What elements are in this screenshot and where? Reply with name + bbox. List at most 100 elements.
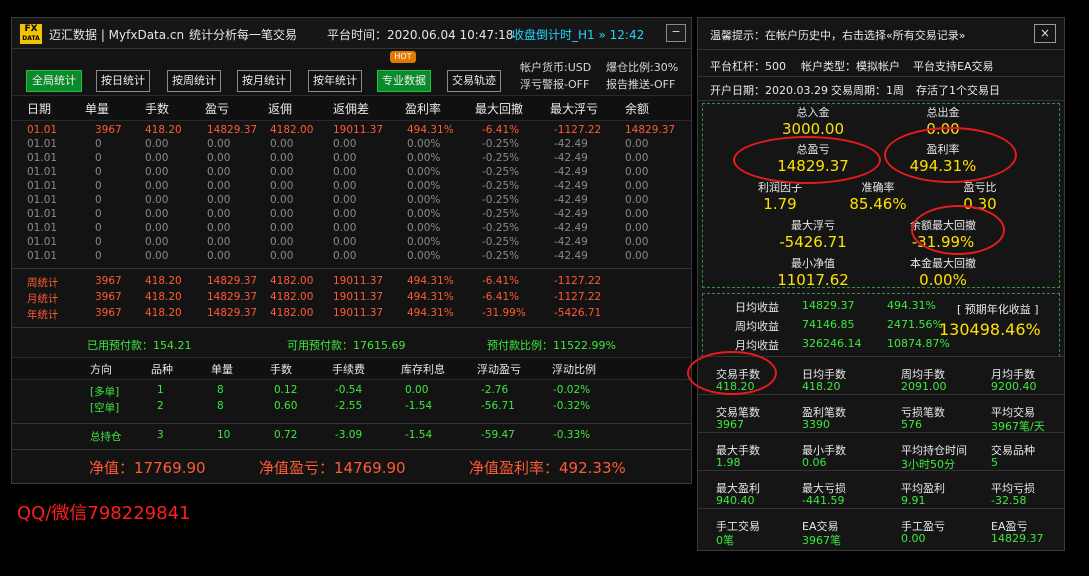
minimize-button[interactable]: − bbox=[666, 24, 686, 42]
table-cell: -0.25% bbox=[482, 222, 520, 234]
table-row[interactable]: 01.01 0 0.00 0.00 0.00 0.00 0.00% -0.25% -42.49 0… bbox=[12, 222, 691, 236]
logo-text-top: FX bbox=[24, 24, 38, 34]
position-cell: 8 bbox=[217, 384, 224, 396]
summary-cell: 19011.37 bbox=[333, 275, 384, 287]
table-row[interactable]: 01.01 0 0.00 0.00 0.00 0.00 0.00% -0.25% -42.49 0… bbox=[12, 152, 691, 166]
tab-daily-stats[interactable]: 按日统计 bbox=[96, 70, 150, 92]
fxdata-logo: FX DATA bbox=[20, 24, 42, 44]
table-cell: 01.01 bbox=[27, 152, 58, 164]
summary-cell: 3967 bbox=[95, 291, 122, 303]
table-cell: 14829.37 bbox=[207, 124, 258, 136]
col-max-floating-loss: 最大浮亏 bbox=[550, 102, 599, 116]
tab-global-stats[interactable]: 全局统计 bbox=[26, 70, 82, 92]
table-cell: 0.00 bbox=[625, 166, 649, 178]
tab-yearly-stats[interactable]: 按年统计 bbox=[308, 70, 362, 92]
income-label: 日均收益 bbox=[735, 301, 779, 314]
income-amount: 326246.14 bbox=[802, 337, 862, 350]
logo-text-bottom: DATA bbox=[22, 35, 40, 42]
pcol-commission: 手续费 bbox=[332, 363, 365, 376]
table-cell: 0.00 bbox=[333, 194, 357, 206]
table-row[interactable]: 01.01 0 0.00 0.00 0.00 0.00 0.00% -0.25% -42.49 0… bbox=[12, 166, 691, 180]
metric-cell: 准确率 85.46% bbox=[828, 179, 928, 213]
table-cell: 0.00% bbox=[407, 222, 441, 234]
total-cell: 总持仓 bbox=[90, 431, 122, 443]
position-cell: [空单] bbox=[90, 402, 120, 414]
tab-trade-track[interactable]: 交易轨迹 bbox=[447, 70, 501, 92]
annual-income-value: 130498.46% bbox=[939, 320, 1041, 339]
hot-badge: HOT bbox=[390, 51, 416, 63]
position-cell: 0.60 bbox=[274, 400, 298, 412]
total-cell: -1.54 bbox=[405, 429, 433, 441]
divider bbox=[698, 100, 1064, 101]
summary-cell: 4182.00 bbox=[270, 307, 314, 319]
divider bbox=[12, 327, 691, 328]
pcol-orders: 单量 bbox=[211, 363, 233, 376]
table-row[interactable]: 01.01 0 0.00 0.00 0.00 0.00 0.00% -0.25% -42.49 0… bbox=[12, 208, 691, 222]
summary-cell: 周统计 bbox=[27, 277, 59, 289]
table-row[interactable]: 01.01 0 0.00 0.00 0.00 0.00 0.00% -0.25% -42.49 0… bbox=[12, 236, 691, 250]
table-cell: 0.00 bbox=[145, 236, 169, 248]
table-cell: -42.49 bbox=[554, 194, 588, 206]
table-cell: 3967 bbox=[95, 124, 122, 136]
table-row[interactable]: 01.01 3967 418.20 14829.37 4182.00 19011.37 49… bbox=[12, 124, 691, 138]
highlight-trade-lots bbox=[687, 351, 777, 395]
summary-cell: 494.31% bbox=[407, 275, 454, 287]
divider bbox=[12, 449, 691, 450]
position-cell: 8 bbox=[217, 400, 224, 412]
summary-cell: 14829.37 bbox=[207, 307, 258, 319]
stat-value: 9.91 bbox=[901, 494, 926, 507]
metric-cell: 利润因子 1.79 bbox=[730, 179, 830, 213]
stat-value: 2091.00 bbox=[901, 380, 947, 393]
table-cell: 0.00 bbox=[207, 138, 231, 150]
table-cell: 4182.00 bbox=[270, 124, 314, 136]
table-row[interactable]: 01.01 0 0.00 0.00 0.00 0.00 0.00% -0.25% -42.49 0… bbox=[12, 138, 691, 152]
table-cell: 0.00 bbox=[333, 152, 357, 164]
pcol-floating-pl: 浮动盈亏 bbox=[477, 363, 521, 376]
table-cell: 0.00 bbox=[145, 208, 169, 220]
table-cell: 0.00 bbox=[145, 250, 169, 262]
table-cell: 01.01 bbox=[27, 138, 58, 150]
tab-pro-data[interactable]: 专业数据 bbox=[377, 70, 431, 92]
pcol-floating-ratio: 浮动比例 bbox=[552, 363, 596, 376]
table-row[interactable]: 01.01 0 0.00 0.00 0.00 0.00 0.00% -0.25% -42.49 0… bbox=[12, 194, 691, 208]
pcol-symbol: 品种 bbox=[151, 363, 173, 376]
summary-cell: -6.41% bbox=[482, 275, 520, 287]
account-summary-panel: 温馨提示：在帐户历史中，右击选择«所有交易记录» × 平台杠杆：500 帐户类型… bbox=[697, 17, 1065, 551]
metric-label: 准确率 bbox=[861, 181, 895, 194]
table-row[interactable]: 01.01 0 0.00 0.00 0.00 0.00 0.00% -0.25% -42.49 0… bbox=[12, 180, 691, 194]
survived-days: 存活了1个交易日 bbox=[916, 84, 1000, 97]
close-button[interactable]: × bbox=[1034, 24, 1056, 43]
tab-weekly-stats[interactable]: 按周统计 bbox=[167, 70, 221, 92]
table-cell: 0.00 bbox=[145, 222, 169, 234]
total-cell: -0.33% bbox=[553, 429, 591, 441]
position-row[interactable]: [多单] 1 8 0.12 -0.54 0.00 -2.76 -0.02% bbox=[12, 384, 691, 400]
table-cell: 0.00 bbox=[625, 222, 649, 234]
floating-alert-toggle[interactable]: 浮亏警报-OFF bbox=[520, 76, 589, 92]
table-cell: 0.00 bbox=[207, 166, 231, 178]
summary-cell: 年统计 bbox=[27, 309, 59, 321]
key-metrics: 总入金 3000.00 总出金 0.00 总盈亏 14829.37 盈利率 494.31% 利润… bbox=[698, 103, 1064, 289]
position-cell: [多单] bbox=[90, 386, 120, 398]
table-cell: 0.00 bbox=[625, 250, 649, 262]
summary-cell: -1127.22 bbox=[554, 291, 602, 303]
metric-value: -5426.71 bbox=[779, 233, 847, 251]
daily-table-body: 01.01 3967 418.20 14829.37 4182.00 19011.37 49… bbox=[12, 124, 691, 264]
summary-cell: 14829.37 bbox=[207, 275, 258, 287]
table-cell: -42.49 bbox=[554, 208, 588, 220]
tab-monthly-stats[interactable]: 按月统计 bbox=[237, 70, 291, 92]
table-cell: -1127.22 bbox=[554, 124, 602, 136]
table-cell: 0.00% bbox=[407, 194, 441, 206]
table-cell: 01.01 bbox=[27, 236, 58, 248]
metric-cell: 总入金 3000.00 bbox=[763, 104, 863, 138]
table-cell: 0.00 bbox=[207, 152, 231, 164]
table-row[interactable]: 01.01 0 0.00 0.00 0.00 0.00 0.00% -0.25% -42.49 0… bbox=[12, 250, 691, 264]
table-cell: 418.20 bbox=[145, 124, 182, 136]
platform-time: 平台时间：2020.06.04 10:47:18 bbox=[327, 28, 514, 42]
table-cell: 0.00% bbox=[407, 208, 441, 220]
table-cell: 0.00 bbox=[270, 208, 294, 220]
position-row[interactable]: [空单] 2 8 0.60 -2.55 -1.54 -56.71 -0.32% bbox=[12, 400, 691, 416]
report-push-toggle[interactable]: 报告推送-OFF bbox=[606, 76, 675, 92]
table-cell: 0.00 bbox=[207, 250, 231, 262]
table-cell: -42.49 bbox=[554, 152, 588, 164]
total-cell: 0.72 bbox=[274, 429, 298, 441]
